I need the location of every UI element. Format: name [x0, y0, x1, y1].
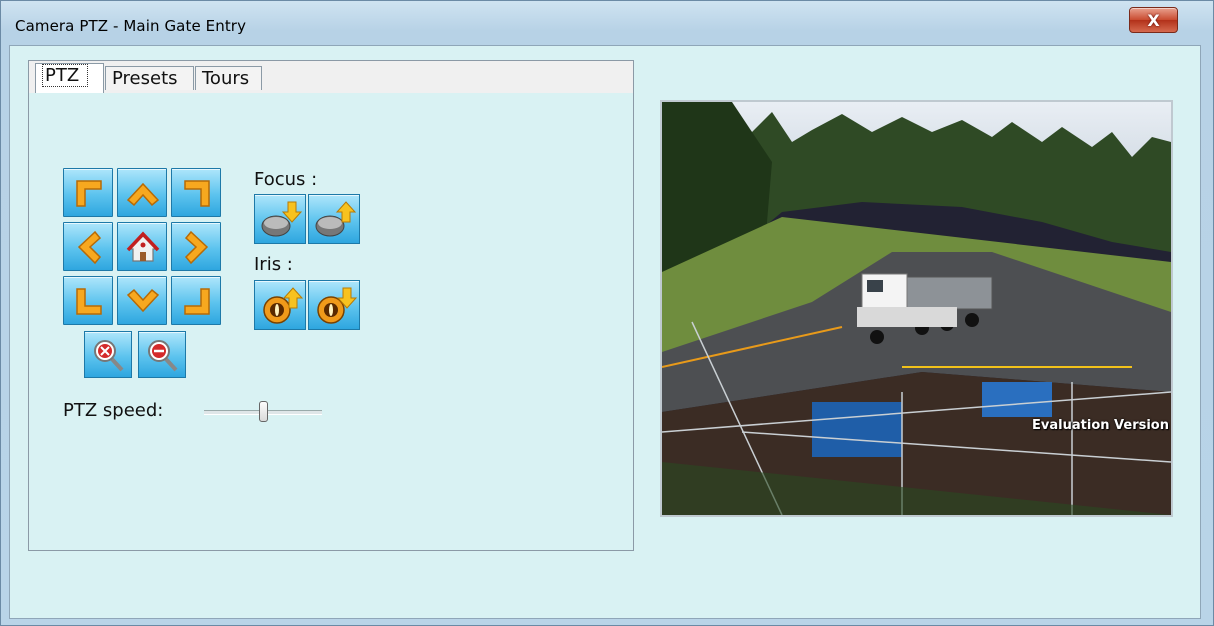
home-icon [126, 231, 160, 262]
zoom-out-button[interactable] [138, 331, 186, 378]
pan-down-left-button[interactable] [63, 276, 113, 325]
pan-down-right-button[interactable] [171, 276, 221, 325]
pan-right-button[interactable] [171, 222, 221, 271]
pan-left-button[interactable] [63, 222, 113, 271]
camera-video-feed[interactable]: Evaluation Version [660, 100, 1173, 517]
close-icon: X [1147, 10, 1160, 30]
arrow-down-icon [126, 288, 160, 313]
arrow-down-right-icon [184, 288, 210, 315]
title-bar[interactable]: Camera PTZ - Main Gate Entry X [1, 1, 1213, 45]
ptz-window: Camera PTZ - Main Gate Entry X PTZ Prese… [0, 0, 1214, 626]
zoom-in-icon [94, 340, 124, 372]
ptz-speed-slider-thumb[interactable] [259, 401, 268, 422]
tilt-down-button[interactable] [117, 276, 167, 325]
home-button[interactable] [117, 222, 167, 271]
arrow-right-icon [184, 230, 209, 265]
tab-ptz[interactable]: PTZ [35, 63, 104, 93]
focus-near-button[interactable] [254, 194, 306, 244]
tilt-up-button[interactable] [117, 168, 167, 217]
arrow-left-icon [77, 230, 102, 265]
focus-label: Focus : [254, 169, 318, 190]
iris-close-icon [317, 287, 358, 324]
arrow-up-right-icon [184, 180, 210, 207]
ptz-speed-label: PTZ speed: [63, 400, 164, 421]
arrow-down-left-icon [76, 288, 102, 315]
pan-up-right-button[interactable] [171, 168, 221, 217]
focus-far-icon [315, 201, 357, 237]
iris-open-icon [263, 287, 304, 324]
arrow-up-icon [126, 182, 160, 207]
tab-presets[interactable]: Presets [105, 66, 194, 90]
tab-presets-label: Presets [112, 68, 178, 89]
pan-up-left-button[interactable] [63, 168, 113, 217]
focus-far-button[interactable] [308, 194, 360, 244]
camera-scene-image [662, 102, 1171, 515]
arrow-up-left-icon [76, 180, 102, 207]
tab-tours[interactable]: Tours [195, 66, 262, 90]
iris-label: Iris : [254, 254, 293, 275]
tab-panel: PTZ Presets Tours Focus: Iris: PTZ spe… [28, 60, 634, 551]
close-button[interactable]: X [1129, 7, 1178, 33]
iris-close-button[interactable] [308, 280, 360, 330]
tab-ptz-label: PTZ [42, 64, 89, 87]
iris-open-button[interactable] [254, 280, 306, 330]
zoom-out-icon [148, 340, 178, 372]
zoom-in-button[interactable] [84, 331, 132, 378]
focus-near-icon [261, 201, 303, 237]
window-title: Camera PTZ - Main Gate Entry [15, 17, 247, 35]
tab-tours-label: Tours [202, 68, 250, 89]
evaluation-watermark: Evaluation Version [1032, 418, 1169, 433]
